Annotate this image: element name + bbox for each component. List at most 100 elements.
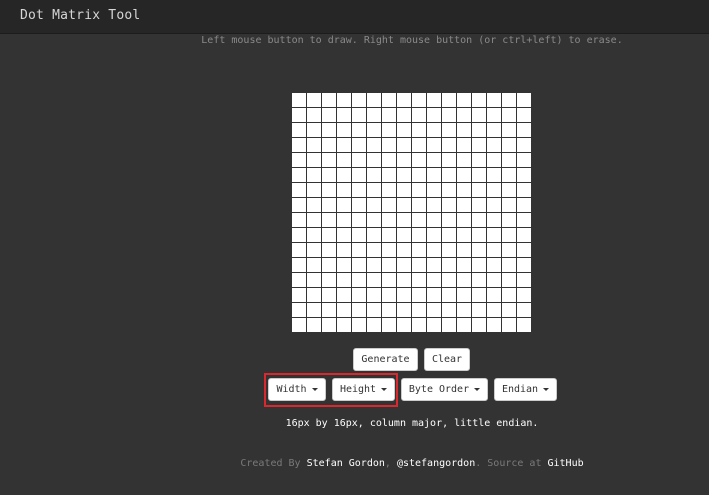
matrix-cell[interactable] xyxy=(382,138,396,152)
matrix-cell[interactable] xyxy=(307,138,321,152)
matrix-cell[interactable] xyxy=(472,213,486,227)
matrix-cell[interactable] xyxy=(352,108,366,122)
matrix-cell[interactable] xyxy=(352,273,366,287)
matrix-cell[interactable] xyxy=(457,168,471,182)
matrix-cell[interactable] xyxy=(412,303,426,317)
matrix-cell[interactable] xyxy=(352,258,366,272)
author-link[interactable]: Stefan Gordon xyxy=(307,458,385,469)
matrix-cell[interactable] xyxy=(337,273,351,287)
matrix-cell[interactable] xyxy=(487,198,501,212)
matrix-cell[interactable] xyxy=(367,138,381,152)
matrix-cell[interactable] xyxy=(412,228,426,242)
matrix-cell[interactable] xyxy=(367,213,381,227)
matrix-cell[interactable] xyxy=(307,198,321,212)
matrix-cell[interactable] xyxy=(457,123,471,137)
matrix-cell[interactable] xyxy=(472,168,486,182)
matrix-cell[interactable] xyxy=(397,183,411,197)
matrix-cell[interactable] xyxy=(502,93,516,107)
matrix-cell[interactable] xyxy=(307,168,321,182)
matrix-cell[interactable] xyxy=(352,318,366,332)
matrix-cell[interactable] xyxy=(442,228,456,242)
matrix-cell[interactable] xyxy=(472,108,486,122)
matrix-cell[interactable] xyxy=(412,93,426,107)
matrix-cell[interactable] xyxy=(397,138,411,152)
matrix-cell[interactable] xyxy=(472,93,486,107)
matrix-cell[interactable] xyxy=(412,273,426,287)
matrix-cell[interactable] xyxy=(412,198,426,212)
matrix-cell[interactable] xyxy=(457,108,471,122)
matrix-cell[interactable] xyxy=(412,183,426,197)
matrix-cell[interactable] xyxy=(367,288,381,302)
matrix-cell[interactable] xyxy=(322,108,336,122)
matrix-cell[interactable] xyxy=(397,228,411,242)
matrix-cell[interactable] xyxy=(367,93,381,107)
matrix-cell[interactable] xyxy=(472,183,486,197)
matrix-cell[interactable] xyxy=(427,198,441,212)
matrix-cell[interactable] xyxy=(337,228,351,242)
matrix-cell[interactable] xyxy=(352,228,366,242)
matrix-cell[interactable] xyxy=(322,213,336,227)
matrix-cell[interactable] xyxy=(322,258,336,272)
matrix-cell[interactable] xyxy=(412,213,426,227)
matrix-cell[interactable] xyxy=(487,93,501,107)
matrix-cell[interactable] xyxy=(337,168,351,182)
matrix-cell[interactable] xyxy=(517,183,531,197)
matrix-cell[interactable] xyxy=(502,243,516,257)
matrix-cell[interactable] xyxy=(427,303,441,317)
matrix-cell[interactable] xyxy=(412,258,426,272)
matrix-cell[interactable] xyxy=(352,183,366,197)
matrix-cell[interactable] xyxy=(517,123,531,137)
matrix-cell[interactable] xyxy=(487,228,501,242)
matrix-cell[interactable] xyxy=(517,168,531,182)
matrix-cell[interactable] xyxy=(382,108,396,122)
matrix-cell[interactable] xyxy=(472,303,486,317)
matrix-cell[interactable] xyxy=(382,213,396,227)
matrix-cell[interactable] xyxy=(412,153,426,167)
matrix-cell[interactable] xyxy=(322,123,336,137)
matrix-cell[interactable] xyxy=(292,243,306,257)
matrix-cell[interactable] xyxy=(382,258,396,272)
matrix-cell[interactable] xyxy=(502,183,516,197)
matrix-cell[interactable] xyxy=(352,303,366,317)
matrix-cell[interactable] xyxy=(382,288,396,302)
matrix-cell[interactable] xyxy=(367,303,381,317)
matrix-cell[interactable] xyxy=(517,243,531,257)
matrix-cell[interactable] xyxy=(442,123,456,137)
matrix-cell[interactable] xyxy=(292,153,306,167)
matrix-cell[interactable] xyxy=(352,123,366,137)
matrix-cell[interactable] xyxy=(292,273,306,287)
matrix-cell[interactable] xyxy=(382,153,396,167)
matrix-cell[interactable] xyxy=(292,108,306,122)
matrix-cell[interactable] xyxy=(322,288,336,302)
matrix-cell[interactable] xyxy=(517,213,531,227)
matrix-cell[interactable] xyxy=(517,273,531,287)
matrix-cell[interactable] xyxy=(292,93,306,107)
matrix-cell[interactable] xyxy=(487,213,501,227)
matrix-cell[interactable] xyxy=(337,213,351,227)
matrix-cell[interactable] xyxy=(442,198,456,212)
matrix-cell[interactable] xyxy=(367,258,381,272)
matrix-cell[interactable] xyxy=(397,258,411,272)
matrix-cell[interactable] xyxy=(307,228,321,242)
matrix-cell[interactable] xyxy=(307,273,321,287)
matrix-cell[interactable] xyxy=(472,288,486,302)
matrix-cell[interactable] xyxy=(487,108,501,122)
matrix-cell[interactable] xyxy=(322,198,336,212)
matrix-cell[interactable] xyxy=(292,228,306,242)
matrix-cell[interactable] xyxy=(517,288,531,302)
matrix-cell[interactable] xyxy=(487,288,501,302)
matrix-cell[interactable] xyxy=(397,168,411,182)
matrix-cell[interactable] xyxy=(397,123,411,137)
matrix-cell[interactable] xyxy=(397,213,411,227)
matrix-cell[interactable] xyxy=(472,123,486,137)
matrix-cell[interactable] xyxy=(292,138,306,152)
matrix-cell[interactable] xyxy=(487,153,501,167)
matrix-cell[interactable] xyxy=(427,288,441,302)
matrix-cell[interactable] xyxy=(517,93,531,107)
matrix-cell[interactable] xyxy=(352,243,366,257)
matrix-cell[interactable] xyxy=(487,258,501,272)
matrix-cell[interactable] xyxy=(442,93,456,107)
matrix-cell[interactable] xyxy=(307,258,321,272)
dot-matrix-grid[interactable] xyxy=(291,92,533,334)
matrix-cell[interactable] xyxy=(427,228,441,242)
